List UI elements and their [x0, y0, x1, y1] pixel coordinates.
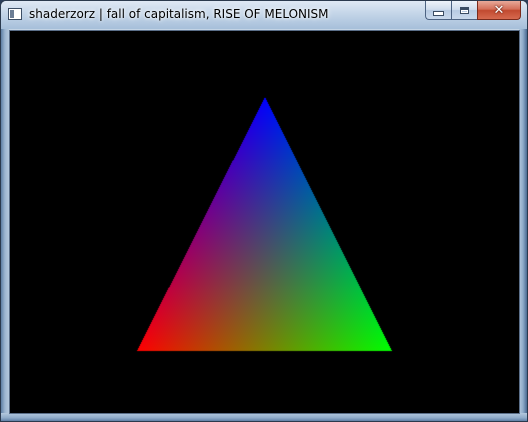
window-frame-left[interactable] — [1, 29, 9, 421]
maximize-icon — [460, 6, 469, 14]
window-frame-bottom[interactable] — [1, 413, 527, 421]
window-title: shaderzorz | fall of capitalism, RISE OF… — [29, 7, 329, 21]
title-bar[interactable]: shaderzorz | fall of capitalism, RISE OF… — [1, 1, 527, 29]
close-icon: ✕ — [493, 2, 505, 18]
render-viewport[interactable] — [9, 30, 520, 414]
minimize-button[interactable] — [425, 1, 451, 20]
minimize-icon — [433, 10, 444, 16]
gradient-triangle — [10, 31, 519, 413]
application-window: shaderzorz | fall of capitalism, RISE OF… — [0, 0, 528, 422]
app-window-icon[interactable] — [8, 8, 22, 20]
maximize-button[interactable] — [451, 1, 477, 20]
close-button[interactable]: ✕ — [477, 1, 521, 20]
window-frame-right[interactable] — [519, 29, 527, 421]
caption-buttons: ✕ — [425, 1, 521, 21]
